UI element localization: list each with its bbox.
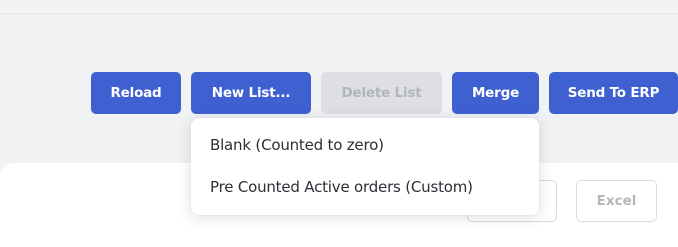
excel-button[interactable]: Excel xyxy=(576,180,657,222)
merge-button[interactable]: Merge xyxy=(452,72,539,114)
new-list-dropdown-menu: Blank (Counted to zero) Pre Counted Acti… xyxy=(191,118,539,215)
header-divider xyxy=(0,13,678,14)
send-to-erp-button[interactable]: Send To ERP xyxy=(549,72,678,114)
delete-list-button: Delete List xyxy=(321,72,442,114)
reload-button[interactable]: Reload xyxy=(91,72,181,114)
menu-item-pre-counted-list[interactable]: Pre Counted Active orders (Custom) xyxy=(191,166,539,208)
menu-item-blank-list[interactable]: Blank (Counted to zero) xyxy=(191,124,539,166)
new-list-button[interactable]: New List... xyxy=(191,72,311,114)
